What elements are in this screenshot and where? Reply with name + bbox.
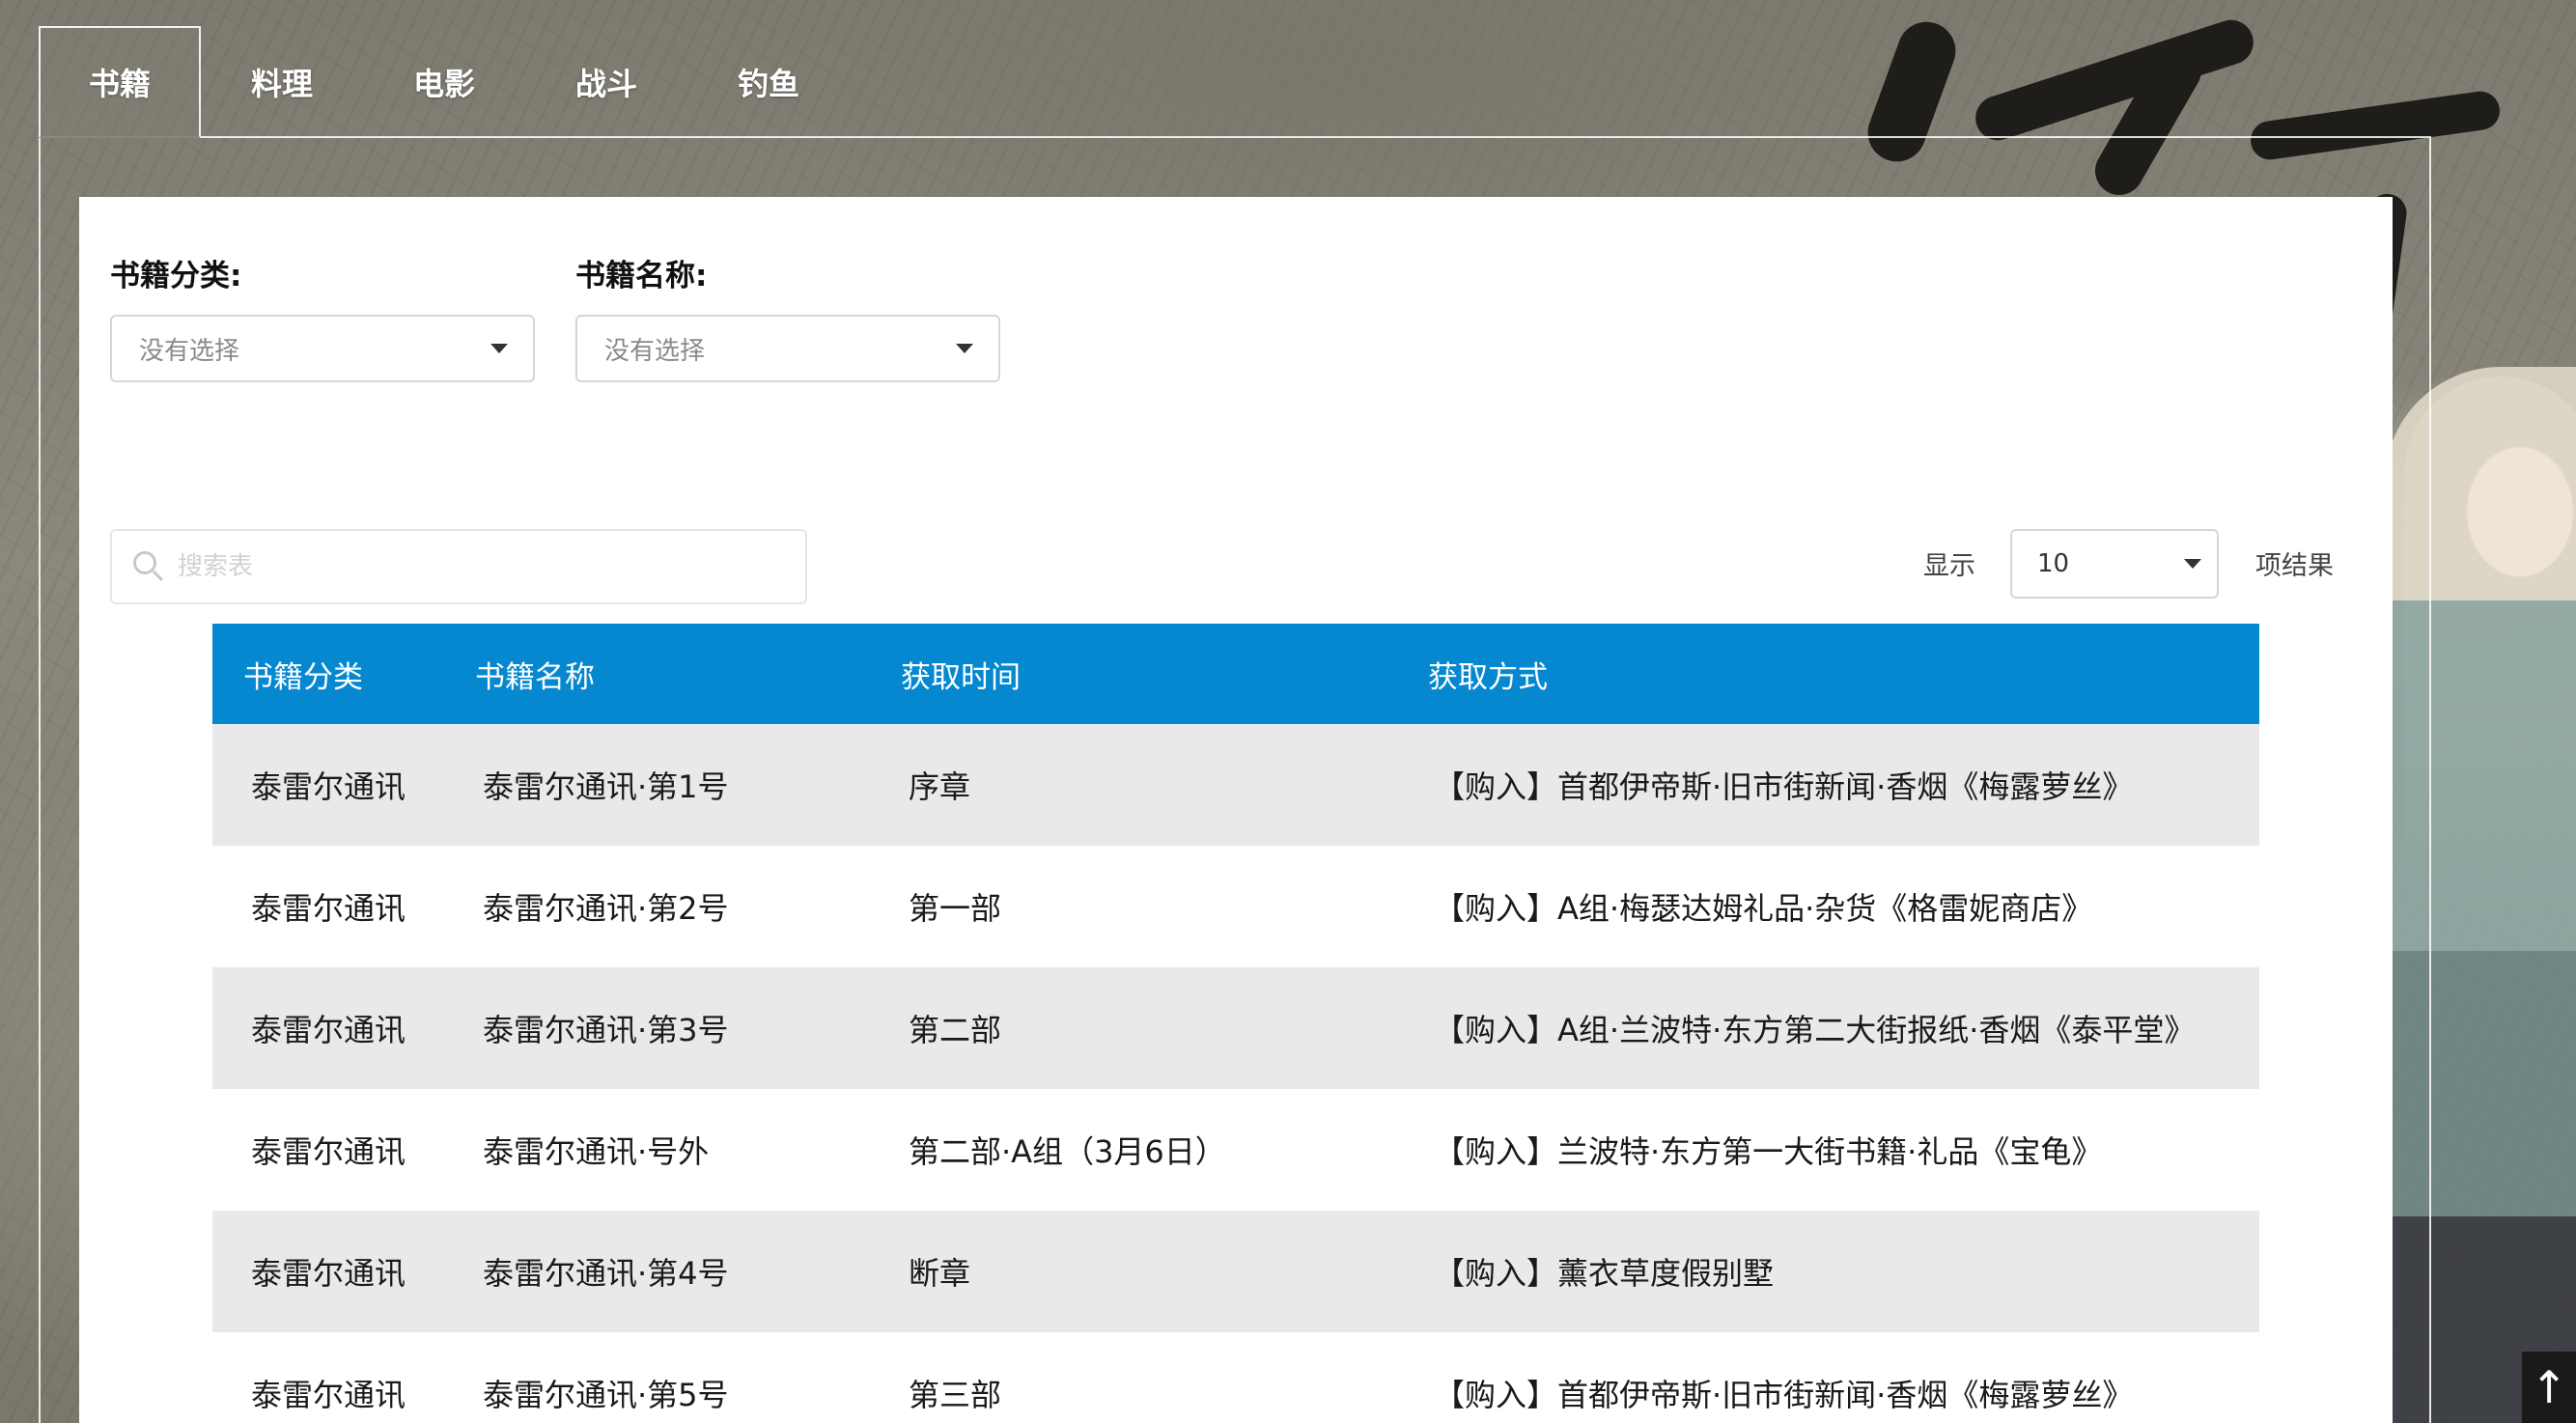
cell-category: 泰雷尔通讯 <box>251 1133 406 1170</box>
search-box <box>110 529 807 604</box>
table-row: 泰雷尔通讯 泰雷尔通讯·号外 第二部·A组（3月6日） 【购入】兰波特·东方第一… <box>212 1089 2259 1211</box>
tab-movies[interactable]: 电影 <box>363 26 525 138</box>
cell-method: 【购入】首都伊帝斯·旧市街新闻·香烟《梅露萝丝》 <box>1434 768 2134 805</box>
name-filter: 书籍名称: 没有选择 <box>575 257 1000 382</box>
page-size-value: 10 <box>2037 549 2070 578</box>
cell-time: 第二部·A组（3月6日） <box>909 1133 1226 1170</box>
tab-cooking[interactable]: 料理 <box>201 26 363 138</box>
cell-name: 泰雷尔通讯·第2号 <box>483 890 729 927</box>
cell-category: 泰雷尔通讯 <box>251 890 406 927</box>
cell-category: 泰雷尔通讯 <box>251 1255 406 1292</box>
tab-fishing[interactable]: 钓鱼 <box>687 26 850 138</box>
table-row: 泰雷尔通讯 泰雷尔通讯·第5号 第三部 【购入】首都伊帝斯·旧市街新闻·香烟《梅… <box>212 1332 2259 1423</box>
cell-name: 泰雷尔通讯·第4号 <box>483 1255 729 1292</box>
cell-method: 【购入】A组·兰波特·东方第二大街报纸·香烟《泰平堂》 <box>1434 1012 2196 1048</box>
table-row: 泰雷尔通讯 泰雷尔通讯·第4号 断章 【购入】薰衣草度假别墅 <box>212 1211 2259 1332</box>
cell-method: 【购入】兰波特·东方第一大街书籍·礼品《宝龟》 <box>1434 1133 2103 1170</box>
search-input[interactable] <box>176 551 759 582</box>
cell-name: 泰雷尔通讯·第5号 <box>483 1377 729 1413</box>
column-header-category[interactable]: 书籍分类 <box>212 653 444 696</box>
books-table: 书籍分类 书籍名称 获取时间 获取方式 泰雷尔通讯 泰雷尔通讯·第1号 序章 【… <box>212 624 2259 1423</box>
table-row: 泰雷尔通讯 泰雷尔通讯·第2号 第一部 【购入】A组·梅瑟达姆礼品·杂货《格雷妮… <box>212 846 2259 967</box>
arrow-up-icon: ↑ <box>2530 1361 2568 1413</box>
page-size-select[interactable]: 10 <box>2010 529 2219 599</box>
search-icon <box>133 551 156 574</box>
page-size-suffix-label: 项结果 <box>2255 551 2334 581</box>
content-panel: 书籍分类: 没有选择 书籍名称: 没有选择 显示 10 项结果 书籍分类 书籍名… <box>79 197 2393 1423</box>
cell-name: 泰雷尔通讯·第3号 <box>483 1012 729 1048</box>
cell-time: 序章 <box>909 768 971 805</box>
table-header: 书籍分类 书籍名称 获取时间 获取方式 <box>212 624 2259 724</box>
category-filter-label: 书籍分类: <box>110 259 242 293</box>
back-to-top-button[interactable]: ↑ <box>2522 1352 2576 1423</box>
name-filter-label: 书籍名称: <box>575 259 708 293</box>
cell-time: 第三部 <box>909 1377 1002 1413</box>
cell-method: 【购入】首都伊帝斯·旧市街新闻·香烟《梅露萝丝》 <box>1434 1377 2134 1413</box>
table-row: 泰雷尔通讯 泰雷尔通讯·第1号 序章 【购入】首都伊帝斯·旧市街新闻·香烟《梅露… <box>212 724 2259 846</box>
column-header-method[interactable]: 获取方式 <box>1424 653 2259 696</box>
category-select-value: 没有选择 <box>139 336 240 366</box>
page-size-prefix-label: 显示 <box>1923 551 1975 581</box>
chevron-down-icon <box>2184 559 2201 569</box>
cell-name: 泰雷尔通讯·号外 <box>483 1133 710 1170</box>
cell-name: 泰雷尔通讯·第1号 <box>483 768 729 805</box>
column-header-name[interactable]: 书籍名称 <box>444 653 870 696</box>
cell-method: 【购入】A组·梅瑟达姆礼品·杂货《格雷妮商店》 <box>1434 890 2093 927</box>
tab-bar: 书籍 料理 电影 战斗 钓鱼 <box>39 26 850 138</box>
cell-time: 断章 <box>909 1255 971 1292</box>
cell-time: 第二部 <box>909 1012 1002 1048</box>
chevron-down-icon <box>956 344 973 353</box>
cell-category: 泰雷尔通讯 <box>251 1377 406 1413</box>
name-select-value: 没有选择 <box>604 336 706 366</box>
cell-category: 泰雷尔通讯 <box>251 1012 406 1048</box>
cell-method: 【购入】薰衣草度假别墅 <box>1434 1255 1775 1292</box>
name-select[interactable]: 没有选择 <box>575 315 1000 382</box>
tab-books[interactable]: 书籍 <box>39 26 201 138</box>
category-select[interactable]: 没有选择 <box>110 315 535 382</box>
category-filter: 书籍分类: 没有选择 <box>110 257 535 382</box>
cell-time: 第一部 <box>909 890 1002 927</box>
cell-category: 泰雷尔通讯 <box>251 768 406 805</box>
chevron-down-icon <box>490 344 508 353</box>
tab-battle[interactable]: 战斗 <box>525 26 687 138</box>
table-row: 泰雷尔通讯 泰雷尔通讯·第3号 第二部 【购入】A组·兰波特·东方第二大街报纸·… <box>212 967 2259 1089</box>
column-header-time[interactable]: 获取时间 <box>870 653 1424 696</box>
